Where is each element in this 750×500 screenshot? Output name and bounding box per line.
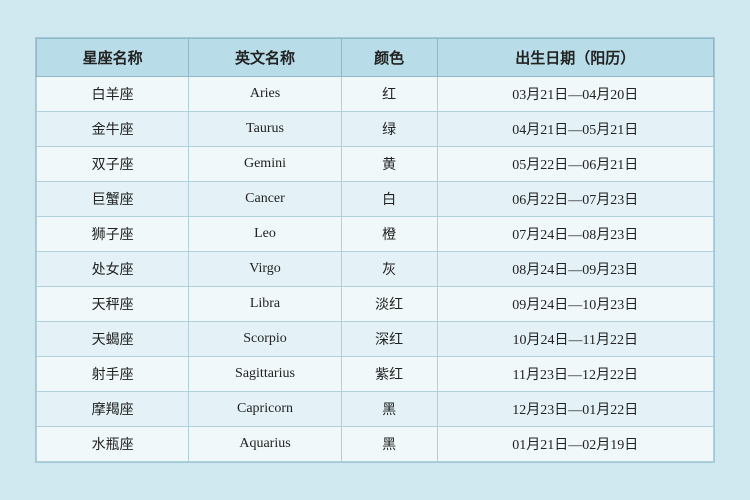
- cell-color: 白: [341, 182, 437, 217]
- cell-color: 黑: [341, 427, 437, 462]
- cell-color: 红: [341, 77, 437, 112]
- table-body: 白羊座Aries红03月21日—04月20日金牛座Taurus绿04月21日—0…: [37, 77, 714, 462]
- table-row: 射手座Sagittarius紫红11月23日—12月22日: [37, 357, 714, 392]
- header-chinese-name: 星座名称: [37, 39, 189, 77]
- cell-dates: 12月23日—01月22日: [437, 392, 713, 427]
- cell-color: 黑: [341, 392, 437, 427]
- cell-english-name: Sagittarius: [189, 357, 341, 392]
- cell-english-name: Virgo: [189, 252, 341, 287]
- cell-dates: 07月24日—08月23日: [437, 217, 713, 252]
- table-row: 水瓶座Aquarius黑01月21日—02月19日: [37, 427, 714, 462]
- cell-dates: 08月24日—09月23日: [437, 252, 713, 287]
- cell-english-name: Aquarius: [189, 427, 341, 462]
- zodiac-table: 星座名称 英文名称 颜色 出生日期（阳历） 白羊座Aries红03月21日—04…: [36, 38, 714, 462]
- table-header-row: 星座名称 英文名称 颜色 出生日期（阳历）: [37, 39, 714, 77]
- cell-dates: 05月22日—06月21日: [437, 147, 713, 182]
- cell-dates: 04月21日—05月21日: [437, 112, 713, 147]
- table-row: 天蝎座Scorpio深红10月24日—11月22日: [37, 322, 714, 357]
- cell-chinese-name: 水瓶座: [37, 427, 189, 462]
- header-dates: 出生日期（阳历）: [437, 39, 713, 77]
- cell-color: 深红: [341, 322, 437, 357]
- cell-chinese-name: 白羊座: [37, 77, 189, 112]
- cell-color: 黄: [341, 147, 437, 182]
- cell-english-name: Leo: [189, 217, 341, 252]
- zodiac-table-container: 星座名称 英文名称 颜色 出生日期（阳历） 白羊座Aries红03月21日—04…: [35, 37, 715, 463]
- cell-dates: 03月21日—04月20日: [437, 77, 713, 112]
- cell-chinese-name: 摩羯座: [37, 392, 189, 427]
- table-row: 白羊座Aries红03月21日—04月20日: [37, 77, 714, 112]
- cell-english-name: Libra: [189, 287, 341, 322]
- table-row: 金牛座Taurus绿04月21日—05月21日: [37, 112, 714, 147]
- cell-english-name: Cancer: [189, 182, 341, 217]
- cell-english-name: Taurus: [189, 112, 341, 147]
- cell-english-name: Capricorn: [189, 392, 341, 427]
- cell-english-name: Scorpio: [189, 322, 341, 357]
- cell-dates: 10月24日—11月22日: [437, 322, 713, 357]
- cell-chinese-name: 射手座: [37, 357, 189, 392]
- table-row: 巨蟹座Cancer白06月22日—07月23日: [37, 182, 714, 217]
- cell-chinese-name: 金牛座: [37, 112, 189, 147]
- cell-chinese-name: 巨蟹座: [37, 182, 189, 217]
- cell-dates: 11月23日—12月22日: [437, 357, 713, 392]
- cell-color: 绿: [341, 112, 437, 147]
- cell-chinese-name: 天蝎座: [37, 322, 189, 357]
- table-row: 双子座Gemini黄05月22日—06月21日: [37, 147, 714, 182]
- cell-dates: 06月22日—07月23日: [437, 182, 713, 217]
- cell-color: 紫红: [341, 357, 437, 392]
- cell-dates: 09月24日—10月23日: [437, 287, 713, 322]
- table-row: 狮子座Leo橙07月24日—08月23日: [37, 217, 714, 252]
- cell-english-name: Gemini: [189, 147, 341, 182]
- table-row: 摩羯座Capricorn黑12月23日—01月22日: [37, 392, 714, 427]
- cell-color: 淡红: [341, 287, 437, 322]
- cell-chinese-name: 处女座: [37, 252, 189, 287]
- table-row: 处女座Virgo灰08月24日—09月23日: [37, 252, 714, 287]
- cell-color: 橙: [341, 217, 437, 252]
- cell-color: 灰: [341, 252, 437, 287]
- header-english-name: 英文名称: [189, 39, 341, 77]
- cell-chinese-name: 双子座: [37, 147, 189, 182]
- cell-chinese-name: 天秤座: [37, 287, 189, 322]
- cell-chinese-name: 狮子座: [37, 217, 189, 252]
- cell-english-name: Aries: [189, 77, 341, 112]
- header-color: 颜色: [341, 39, 437, 77]
- cell-dates: 01月21日—02月19日: [437, 427, 713, 462]
- table-row: 天秤座Libra淡红09月24日—10月23日: [37, 287, 714, 322]
